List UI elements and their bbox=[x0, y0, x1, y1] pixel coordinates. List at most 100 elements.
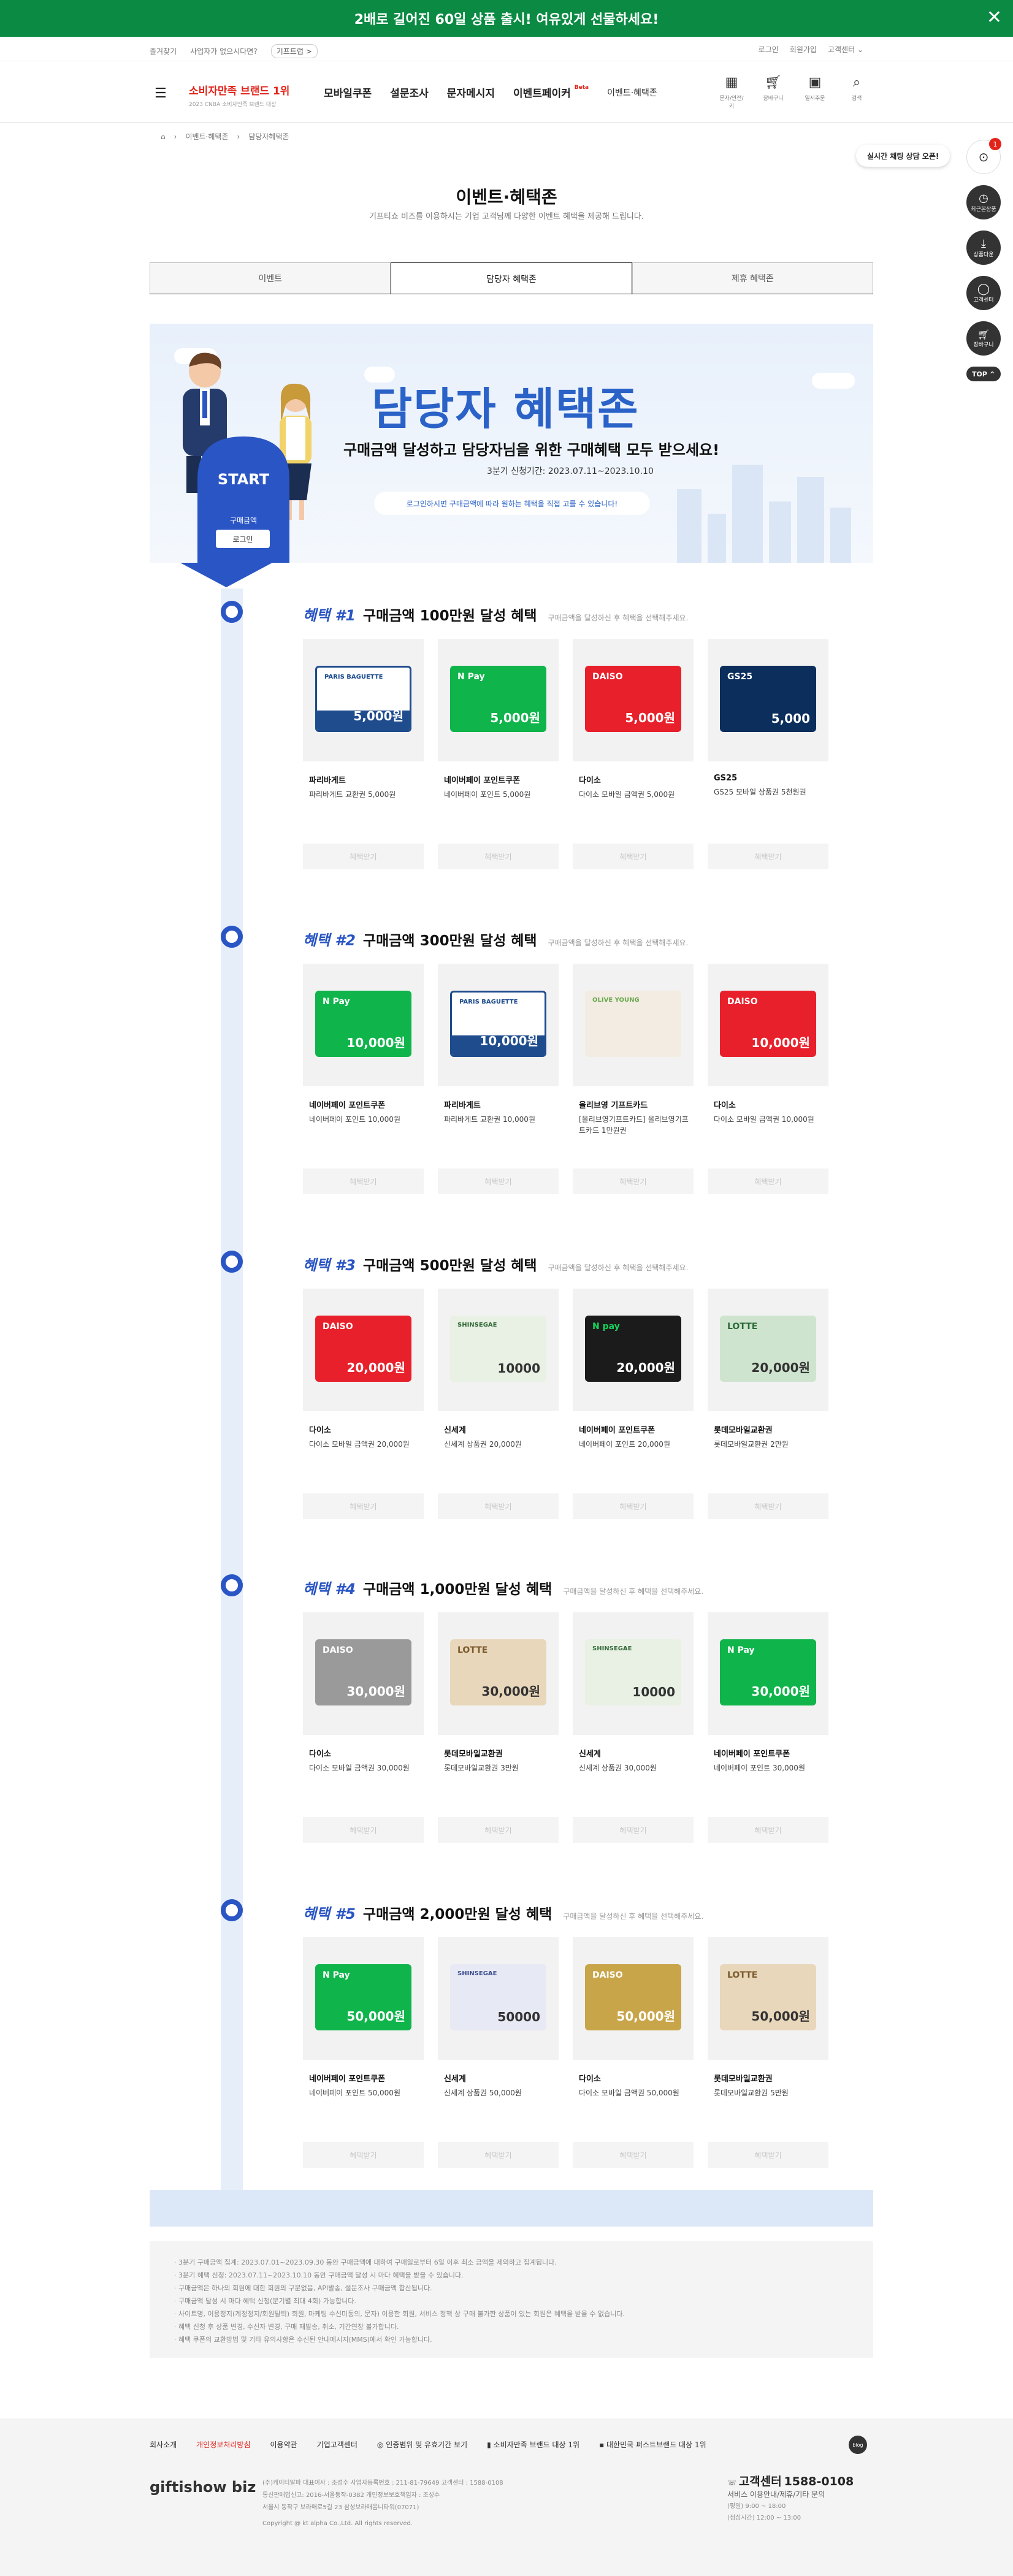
nav-sms[interactable]: 문자메시지 bbox=[447, 85, 495, 100]
gift-card-item[interactable]: N Pay 50,000원 네이버페이 포인트쿠폰 네이버페이 포인트 50,000원… bbox=[303, 1937, 424, 2168]
footer-link[interactable]: 회사소개 bbox=[150, 2439, 177, 2450]
gift-card-item[interactable]: LOTTE 50,000원 롯데모바일교환권 롯데모바일교환권 5만원 혜택받기 bbox=[708, 1937, 828, 2168]
footer-link[interactable]: 기업고객센터 bbox=[317, 2439, 357, 2450]
select-benefit-button[interactable]: 혜택받기 bbox=[438, 2142, 559, 2168]
gift-card-item[interactable]: OLIVE YOUNG 올리브영 기프트카드 [올리브영기프트카드] 올리브영기프트… bbox=[573, 964, 694, 1194]
header-icon-message[interactable]: ▦ 문자/안전/키 bbox=[717, 75, 746, 110]
gift-card-item[interactable]: DAISO 20,000원 다이소 다이소 모바일 금액권 20,000원 혜택받기 bbox=[303, 1289, 424, 1519]
product-thumbnail[interactable]: N pay 20,000원 bbox=[573, 1289, 694, 1411]
brand-logo[interactable]: 소비자만족 브랜드 1위 2023 CNBA 소비자만족 브랜드 대상 bbox=[189, 82, 289, 108]
select-benefit-button[interactable]: 혜택받기 bbox=[438, 1168, 559, 1194]
nav-mobile-coupon[interactable]: 모바일쿠폰 bbox=[324, 85, 372, 100]
quick-download-button[interactable]: ⤓ 상품다운 bbox=[966, 231, 1001, 265]
footer-link[interactable]: 이용약관 bbox=[270, 2439, 297, 2450]
gift-card-item[interactable]: DAISO 30,000원 다이소 다이소 모바일 금액권 30,000원 혜택받기 bbox=[303, 1612, 424, 1843]
product-thumbnail[interactable]: PARIS BAGUETTE 5,000원 bbox=[303, 639, 424, 761]
gift-card-item[interactable]: SHINSEGAE 50000 신세계 신세계 상품권 50,000원 혜택받기 bbox=[438, 1937, 559, 2168]
gift-card-item[interactable]: PARIS BAGUETTE 10,000원 파리바게트 파리바게트 교환권 10,0… bbox=[438, 964, 559, 1194]
product-thumbnail[interactable]: N Pay 10,000원 bbox=[303, 964, 424, 1086]
tab-partner-benefit[interactable]: 제휴 혜택존 bbox=[632, 262, 873, 294]
tab-manager-benefit[interactable]: 담당자 혜택존 bbox=[391, 262, 632, 294]
product-thumbnail[interactable]: PARIS BAGUETTE 10,000원 bbox=[438, 964, 559, 1086]
product-thumbnail[interactable]: N Pay 5,000원 bbox=[438, 639, 559, 761]
select-benefit-button[interactable]: 혜택받기 bbox=[573, 1817, 694, 1843]
select-benefit-button[interactable]: 혜택받기 bbox=[708, 1493, 828, 1519]
product-thumbnail[interactable]: DAISO 5,000원 bbox=[573, 639, 694, 761]
gift-card-item[interactable]: N Pay 10,000원 네이버페이 포인트쿠폰 네이버페이 포인트 10,000원… bbox=[303, 964, 424, 1194]
breadcrumb-item[interactable]: 담당자혜택존 bbox=[248, 131, 289, 142]
select-benefit-button[interactable]: 혜택받기 bbox=[573, 1493, 694, 1519]
product-thumbnail[interactable]: DAISO 30,000원 bbox=[303, 1612, 424, 1735]
tab-event[interactable]: 이벤트 bbox=[150, 262, 391, 294]
close-icon[interactable]: ✕ bbox=[987, 9, 1002, 27]
blog-icon[interactable]: blog bbox=[849, 2436, 867, 2454]
home-icon[interactable]: ⌂ bbox=[161, 132, 166, 141]
footer-link-privacy[interactable]: 개인정보처리방침 bbox=[196, 2439, 250, 2450]
select-benefit-button[interactable]: 혜택받기 bbox=[573, 844, 694, 869]
nav-event-benefit[interactable]: 이벤트·혜택존 bbox=[607, 85, 657, 100]
select-benefit-button[interactable]: 혜택받기 bbox=[708, 1817, 828, 1843]
cs-phone[interactable]: 1588-0108 bbox=[784, 2475, 854, 2488]
select-benefit-button[interactable]: 혜택받기 bbox=[303, 844, 424, 869]
product-thumbnail[interactable]: GS25 5,000 bbox=[708, 639, 828, 761]
product-thumbnail[interactable]: SHINSEGAE 10000 bbox=[573, 1612, 694, 1735]
header-icon-search[interactable]: ⌕ 검색 bbox=[843, 75, 871, 110]
product-thumbnail[interactable]: N Pay 30,000원 bbox=[708, 1612, 828, 1735]
footer-link-cert[interactable]: ◎ 인증범위 및 유효기간 보기 bbox=[377, 2439, 467, 2450]
quick-cs-button[interactable]: ◯ 고객센터 bbox=[966, 276, 1001, 310]
gift-card-item[interactable]: SHINSEGAE 10000 신세계 신세계 상품권 30,000원 혜택받기 bbox=[573, 1612, 694, 1843]
quick-chat-button[interactable]: ⊙ 1 bbox=[966, 138, 1001, 174]
nav-survey[interactable]: 설문조사 bbox=[390, 85, 429, 100]
gift-card-item[interactable]: DAISO 50,000원 다이소 다이소 모바일 금액권 50,000원 혜택받기 bbox=[573, 1937, 694, 2168]
gift-card-item[interactable]: LOTTE 30,000원 롯데모바일교환권 롯데모바일교환권 3만원 혜택받기 bbox=[438, 1612, 559, 1843]
hero-login-button[interactable]: 로그인 bbox=[216, 530, 270, 548]
product-thumbnail[interactable]: N Pay 50,000원 bbox=[303, 1937, 424, 2060]
product-thumbnail[interactable]: DAISO 10,000원 bbox=[708, 964, 828, 1086]
select-benefit-button[interactable]: 혜택받기 bbox=[303, 1493, 424, 1519]
giftlove-tag[interactable]: 기프트럽 > bbox=[270, 44, 318, 58]
product-thumbnail[interactable]: SHINSEGAE 10000 bbox=[438, 1289, 559, 1411]
select-benefit-button[interactable]: 혜택받기 bbox=[303, 1817, 424, 1843]
header-icon-order[interactable]: ▣ 일시주문 bbox=[801, 75, 829, 110]
scroll-top-button[interactable]: TOP ^ bbox=[966, 367, 1001, 381]
select-benefit-button[interactable]: 혜택받기 bbox=[573, 1168, 694, 1194]
product-thumbnail[interactable]: LOTTE 30,000원 bbox=[438, 1612, 559, 1735]
promo-banner[interactable]: 2배로 길어진 60일 상품 출시! 여유있게 선물하세요! ✕ bbox=[0, 0, 1013, 37]
select-benefit-button[interactable]: 혜택받기 bbox=[708, 2142, 828, 2168]
product-thumbnail[interactable]: DAISO 50,000원 bbox=[573, 1937, 694, 2060]
select-benefit-button[interactable]: 혜택받기 bbox=[303, 1168, 424, 1194]
login-link[interactable]: 로그인 bbox=[759, 44, 779, 55]
select-benefit-button[interactable]: 혜택받기 bbox=[438, 1493, 559, 1519]
live-chat-button[interactable]: 실시간 채팅 상담 오픈! bbox=[856, 145, 950, 167]
gift-card-item[interactable]: N Pay 5,000원 네이버페이 포인트쿠폰 네이버페이 포인트 5,000원 혜택… bbox=[438, 639, 559, 869]
gift-card-item[interactable]: SHINSEGAE 10000 신세계 신세계 상품권 20,000원 혜택받기 bbox=[438, 1289, 559, 1519]
gift-card-item[interactable]: DAISO 10,000원 다이소 다이소 모바일 금액권 10,000원 혜택받기 bbox=[708, 964, 828, 1194]
no-business-link[interactable]: 사업자가 없으시다면? bbox=[190, 46, 258, 56]
header-icon-cart[interactable]: 🛒︎ 장바구니 bbox=[759, 75, 787, 110]
product-thumbnail[interactable]: LOTTE 50,000원 bbox=[708, 1937, 828, 2060]
bookmark-link[interactable]: 즐겨찾기 bbox=[150, 46, 177, 56]
nav-event-maker[interactable]: 이벤트페이커 Beta bbox=[513, 85, 589, 100]
gift-card-item[interactable]: DAISO 5,000원 다이소 다이소 모바일 금액권 5,000원 혜택받기 bbox=[573, 639, 694, 869]
select-benefit-button[interactable]: 혜택받기 bbox=[573, 2142, 694, 2168]
product-thumbnail[interactable]: SHINSEGAE 50000 bbox=[438, 1937, 559, 2060]
gift-card-item[interactable]: N Pay 30,000원 네이버페이 포인트쿠폰 네이버페이 포인트 30,000원… bbox=[708, 1612, 828, 1843]
signup-link[interactable]: 회원가입 bbox=[790, 44, 817, 55]
select-benefit-button[interactable]: 혜택받기 bbox=[303, 2142, 424, 2168]
quick-cart-button[interactable]: 🛒︎ 장바구니 bbox=[966, 321, 1001, 356]
product-thumbnail[interactable]: OLIVE YOUNG bbox=[573, 964, 694, 1086]
select-benefit-button[interactable]: 혜택받기 bbox=[438, 1817, 559, 1843]
gift-card-item[interactable]: LOTTE 20,000원 롯데모바일교환권 롯데모바일교환권 2만원 혜택받기 bbox=[708, 1289, 828, 1519]
gift-card-item[interactable]: GS25 5,000 GS25 GS25 모바일 상품권 5천원권 혜택받기 bbox=[708, 639, 828, 869]
breadcrumb-item[interactable]: 이벤트·혜택존 bbox=[185, 131, 228, 142]
select-benefit-button[interactable]: 혜택받기 bbox=[708, 1168, 828, 1194]
select-benefit-button[interactable]: 혜택받기 bbox=[708, 844, 828, 869]
product-thumbnail[interactable]: DAISO 20,000원 bbox=[303, 1289, 424, 1411]
product-thumbnail[interactable]: LOTTE 20,000원 bbox=[708, 1289, 828, 1411]
customer-center-link[interactable]: 고객센터 ⌄ bbox=[828, 44, 863, 55]
gift-card-item[interactable]: N pay 20,000원 네이버페이 포인트쿠폰 네이버페이 포인트 20,000원… bbox=[573, 1289, 694, 1519]
gift-card-item[interactable]: PARIS BAGUETTE 5,000원 파리바게트 파리바게트 교환권 5,000… bbox=[303, 639, 424, 869]
hamburger-icon[interactable]: ☰ bbox=[155, 86, 167, 101]
select-benefit-button[interactable]: 혜택받기 bbox=[438, 844, 559, 869]
quick-recent-button[interactable]: ◷ 최근본상품 bbox=[966, 185, 1001, 219]
